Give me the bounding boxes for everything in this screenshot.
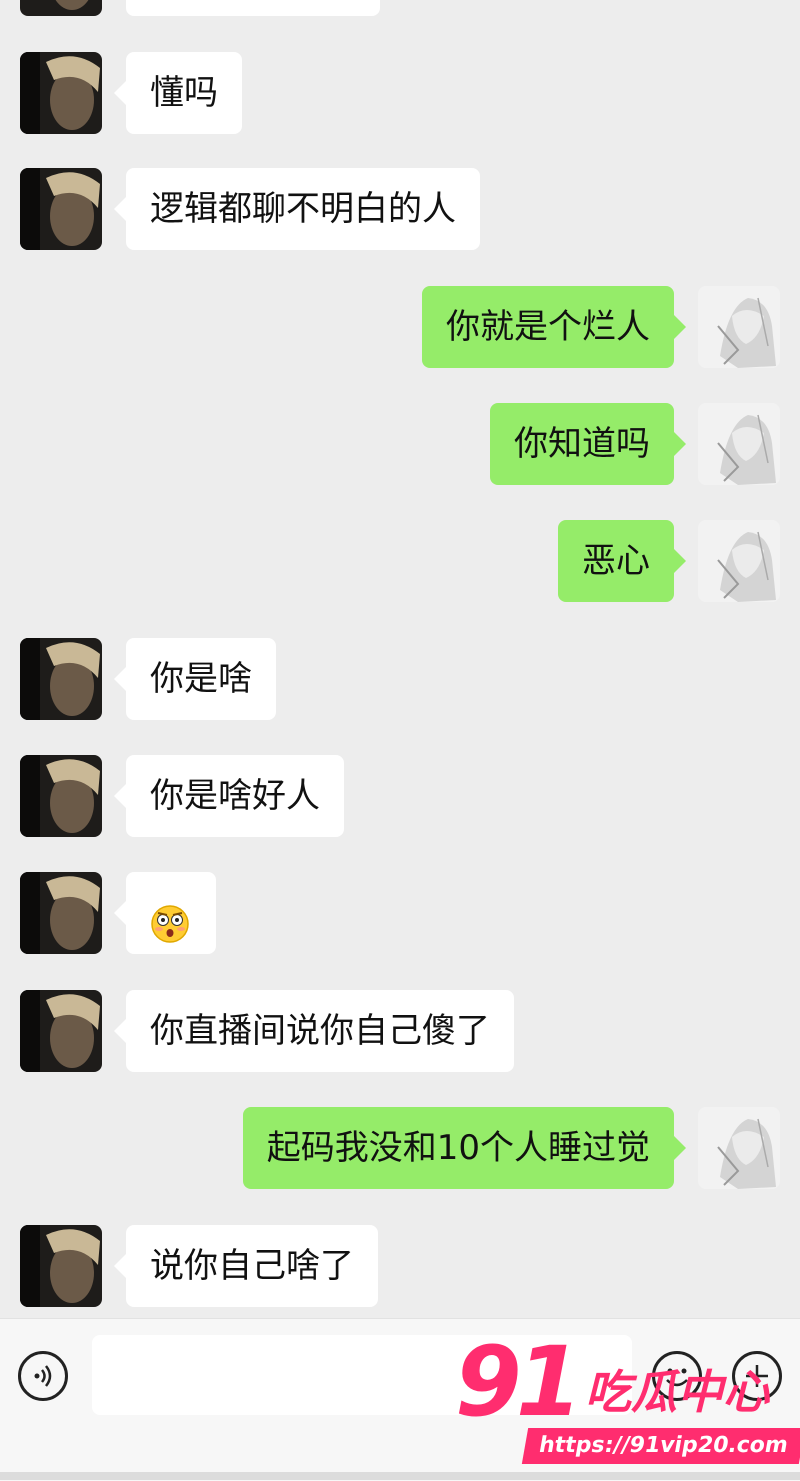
contact-avatar[interactable] xyxy=(20,168,102,250)
my-avatar[interactable] xyxy=(698,286,780,368)
watermark-number: 91 xyxy=(455,1326,583,1438)
watermark-url: https://91vip20.com xyxy=(521,1428,800,1464)
home-indicator xyxy=(0,1472,800,1480)
message-bubble-received[interactable]: 你直播间说你自己傻了 xyxy=(114,990,514,1072)
message-bubble-sent[interactable]: 你知道吗 xyxy=(490,403,686,485)
message-bubble-received[interactable]: 懂吗 xyxy=(114,52,242,134)
watermark-brand: 吃瓜中心 xyxy=(585,1365,769,1419)
contact-avatar[interactable] xyxy=(20,872,102,954)
my-avatar[interactable] xyxy=(698,1107,780,1189)
message-bubble-emoji[interactable] xyxy=(114,872,216,954)
message-bubble-received[interactable]: 你是啥好人 xyxy=(114,755,344,837)
my-avatar[interactable] xyxy=(698,403,780,485)
voice-icon[interactable] xyxy=(18,1351,68,1401)
message-bubble[interactable] xyxy=(126,0,380,16)
message-bubble-sent[interactable]: 起码我没和10个人睡过觉 xyxy=(242,1107,687,1189)
watermark-logo: 91 吃瓜中心 https://91vip20.com xyxy=(455,1326,800,1474)
contact-avatar[interactable] xyxy=(20,755,102,837)
contact-avatar[interactable] xyxy=(20,0,102,16)
my-avatar[interactable] xyxy=(698,520,780,602)
message-bubble-received[interactable]: 逻辑都聊不明白的人 xyxy=(114,168,480,250)
contact-avatar[interactable] xyxy=(20,638,102,720)
contact-avatar[interactable] xyxy=(20,52,102,134)
contact-avatar[interactable] xyxy=(20,1225,102,1307)
message-bubble-sent[interactable]: 你就是个烂人 xyxy=(422,286,686,368)
message-bubble-received[interactable]: 你是啥 xyxy=(114,638,276,720)
contact-avatar[interactable] xyxy=(20,990,102,1072)
message-bubble-received[interactable]: 说你自己啥了 xyxy=(114,1225,378,1307)
flushed-face-icon xyxy=(150,892,190,943)
message-bubble-sent[interactable]: 恶心 xyxy=(558,520,686,602)
